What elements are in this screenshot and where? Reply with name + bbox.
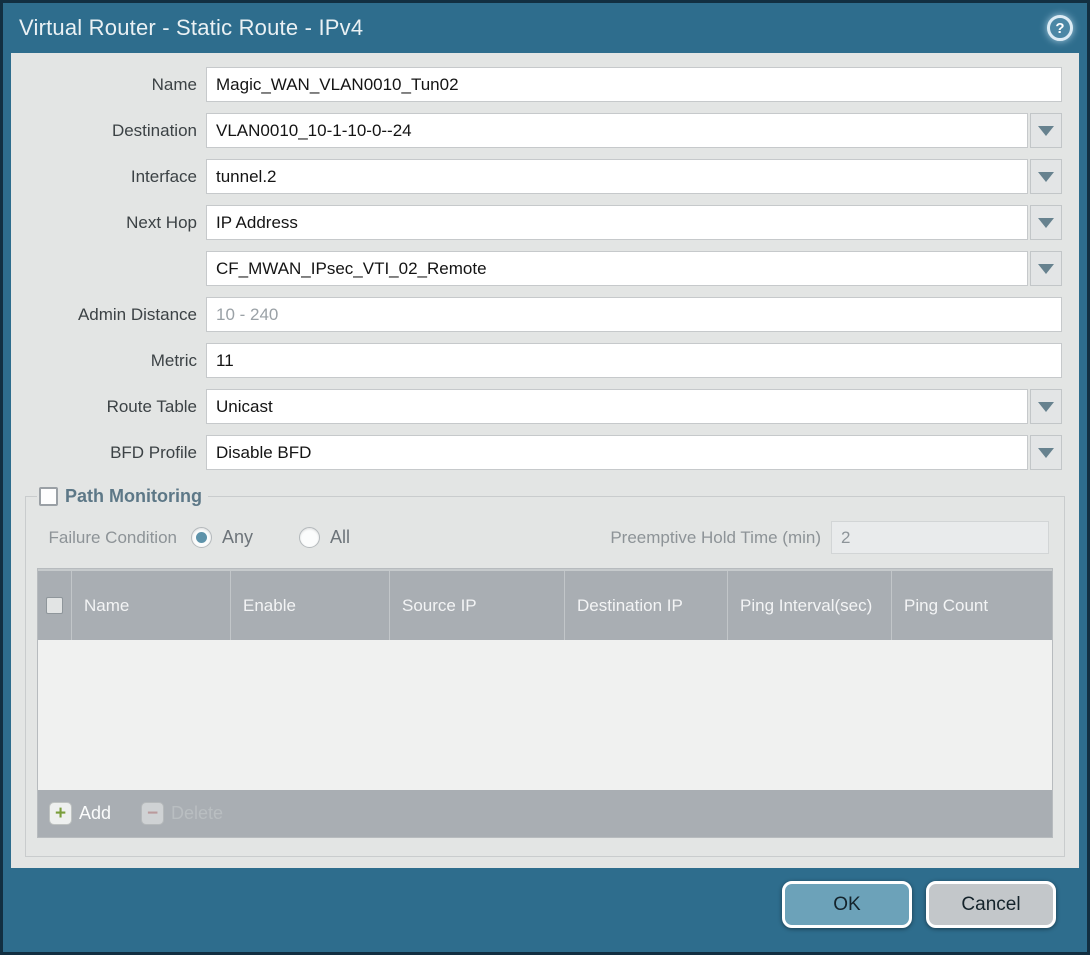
failure-condition-any-radio[interactable] [191,527,212,548]
failure-condition-all-radio[interactable] [299,527,320,548]
minus-icon: − [141,802,164,825]
form-row-metric: Metric [11,343,1062,378]
help-icon[interactable]: ? [1047,15,1073,41]
chevron-down-icon [1038,448,1054,458]
ok-button[interactable]: OK [782,881,912,928]
next-hop-address-dropdown-button[interactable] [1030,251,1062,286]
static-route-dialog: Virtual Router - Static Route - IPv4 ? N… [0,0,1090,955]
chevron-down-icon [1038,218,1054,228]
column-header-name[interactable]: Name [72,571,231,640]
preemptive-hold-time-input[interactable] [831,521,1049,554]
failure-condition-all-label: All [330,527,350,548]
path-monitoring-table: Name Enable Source IP Destination IP Pin… [37,568,1053,838]
next-hop-type-input[interactable] [206,205,1028,240]
preemptive-hold-time-label: Preemptive Hold Time (min) [610,528,831,548]
next-hop-address-input[interactable] [206,251,1028,286]
path-monitoring-title: Path Monitoring [65,486,202,507]
form-row-destination: Destination [11,113,1062,148]
path-monitoring-checkbox[interactable] [39,487,58,506]
dialog-footer: OK Cancel [3,868,1087,952]
interface-label: Interface [11,167,206,187]
destination-input[interactable] [206,113,1028,148]
table-body-empty [38,640,1052,790]
plus-icon: + [49,802,72,825]
admin-distance-input[interactable] [206,297,1062,332]
dialog-title: Virtual Router - Static Route - IPv4 [19,15,363,41]
metric-label: Metric [11,351,206,371]
column-header-enable[interactable]: Enable [231,571,390,640]
column-header-ping-count[interactable]: Ping Count [892,571,1052,640]
interface-input[interactable] [206,159,1028,194]
failure-condition-any-label: Any [222,527,253,548]
next-hop-label: Next Hop [11,213,206,233]
bfd-profile-label: BFD Profile [11,443,206,463]
name-input[interactable] [206,67,1062,102]
delete-button[interactable]: − Delete [141,802,223,825]
destination-label: Destination [11,121,206,141]
chevron-down-icon [1038,126,1054,136]
add-button-label: Add [79,803,111,824]
failure-condition-row: Failure Condition Any All Preemptive Hol… [41,521,1049,554]
column-header-source-ip[interactable]: Source IP [390,571,565,640]
column-header-ping-interval[interactable]: Ping Interval(sec) [728,571,892,640]
column-header-destination-ip[interactable]: Destination IP [565,571,728,640]
destination-dropdown-button[interactable] [1030,113,1062,148]
form-row-bfd-profile: BFD Profile [11,435,1062,470]
chevron-down-icon [1038,264,1054,274]
form-row-route-table: Route Table [11,389,1062,424]
path-monitoring-legend: Path Monitoring [37,486,208,507]
failure-condition-label: Failure Condition [41,528,191,548]
dialog-body: Name Destination Interface [11,53,1079,868]
bfd-profile-dropdown-button[interactable] [1030,435,1062,470]
form-row-admin-distance: Admin Distance [11,297,1062,332]
interface-dropdown-button[interactable] [1030,159,1062,194]
route-table-input[interactable] [206,389,1028,424]
form-row-interface: Interface [11,159,1062,194]
chevron-down-icon [1038,172,1054,182]
form-row-name: Name [11,67,1062,102]
delete-button-label: Delete [171,803,223,824]
table-header-row: Name Enable Source IP Destination IP Pin… [38,569,1052,640]
select-all-checkbox[interactable] [46,597,63,614]
form-row-next-hop-address [11,251,1062,286]
admin-distance-label: Admin Distance [11,305,206,325]
select-all-checkbox-cell [38,571,72,640]
add-button[interactable]: + Add [49,802,111,825]
cancel-button[interactable]: Cancel [926,881,1056,928]
metric-input[interactable] [206,343,1062,378]
form-row-next-hop: Next Hop [11,205,1062,240]
name-label: Name [11,75,206,95]
path-monitoring-section: Path Monitoring Failure Condition Any Al… [25,486,1065,857]
table-toolbar: + Add − Delete [38,790,1052,837]
dialog-titlebar: Virtual Router - Static Route - IPv4 ? [3,3,1087,53]
chevron-down-icon [1038,402,1054,412]
bfd-profile-input[interactable] [206,435,1028,470]
next-hop-type-dropdown-button[interactable] [1030,205,1062,240]
route-table-label: Route Table [11,397,206,417]
route-table-dropdown-button[interactable] [1030,389,1062,424]
